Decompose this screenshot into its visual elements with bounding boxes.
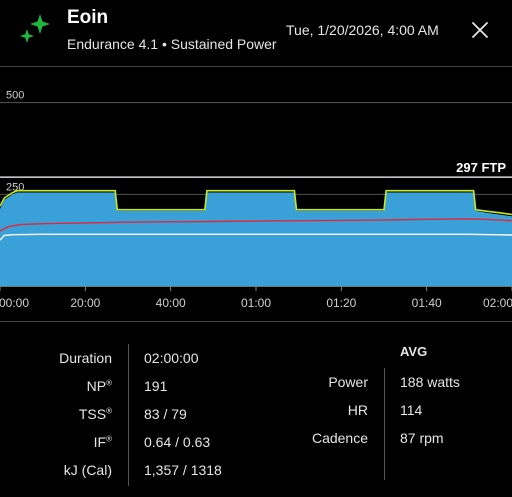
stat-value: 02:00:00 [144, 350, 199, 366]
close-icon[interactable] [468, 18, 492, 42]
average-divider [384, 368, 385, 480]
stat-value: 1,357 / 1318 [144, 462, 222, 478]
summary-divider [128, 344, 129, 486]
power-chart: 500 250 297 FTP 00:00 20:00 40:00 01:00 01:20 01… [0, 66, 512, 322]
workout-datetime: Tue, 1/20/2026, 4:00 AM [286, 22, 439, 38]
ftp-label: 297 FTP [456, 160, 506, 175]
x-tick-label: 01:20 [326, 296, 356, 310]
x-tick-label: 00:00 [0, 296, 29, 310]
x-tick-label: 40:00 [156, 296, 186, 310]
x-tick-label: 01:40 [412, 296, 442, 310]
workout-title: Eoin [67, 7, 109, 28]
stat-label: IF® [93, 434, 112, 450]
stat-value: 83 / 79 [144, 406, 187, 422]
sparkle-icon [20, 14, 50, 43]
avg-heading: AVG [400, 344, 428, 359]
workout-subtitle: Endurance 4.1 • Sustained Power [67, 36, 277, 52]
stat-value: 0.64 / 0.63 [144, 434, 211, 450]
stat-value: 191 [144, 378, 168, 394]
avg-stat-label: Cadence [311, 430, 368, 446]
registered-mark: ® [106, 406, 112, 416]
x-tick-label: 01:00 [241, 296, 271, 310]
workout-stats: Duration 02:00:00 NP® 191 TSS® 83 / 79 IF® 0.64… [0, 322, 512, 497]
avg-stat-value: 114 [400, 402, 423, 418]
y-gridline-label: 500 [6, 90, 24, 102]
header: Eoin Endurance 4.1 • Sustained Power Tue… [0, 0, 512, 66]
power-chart-svg: 500250297 FTP00:00 20:00 40:00 01:00 01:20 01… [0, 66, 512, 322]
avg-stat-label: HR [347, 402, 368, 418]
stat-label: NP® [86, 378, 112, 394]
registered-mark: ® [106, 378, 112, 388]
avg-stat-value: 188 watts [400, 374, 460, 390]
x-tick-label: 20:00 [70, 296, 100, 310]
avg-stat-label: Power [328, 374, 368, 390]
avg-stat-value: 87 rpm [400, 430, 444, 446]
stat-label: TSS® [78, 406, 112, 422]
stat-label: Duration [59, 350, 112, 366]
x-tick-label: 02:00 [483, 296, 512, 310]
stat-label: kJ (Cal) [63, 462, 112, 478]
power-area [0, 192, 512, 286]
registered-mark: ® [106, 434, 112, 444]
